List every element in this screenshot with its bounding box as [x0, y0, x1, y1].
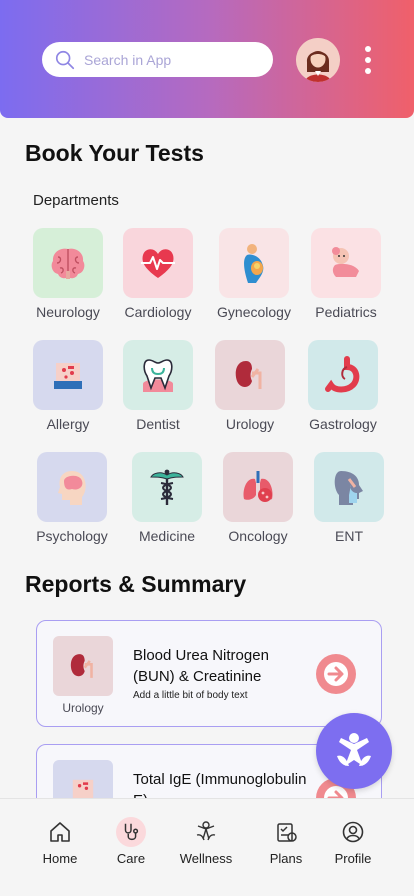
bottom-navigation: Home Care Wellness Plans Profile	[0, 798, 414, 896]
search-bar[interactable]	[42, 42, 273, 77]
baby-icon	[311, 228, 381, 298]
department-pediatrics[interactable]: Pediatrics	[306, 228, 386, 320]
department-allergy[interactable]: Allergy	[28, 340, 108, 432]
nav-label: Wellness	[179, 851, 233, 866]
home-icon	[45, 817, 75, 847]
profile-icon	[338, 817, 368, 847]
report-card[interactable]: Urology Blood Urea Nitrogen (BUN) & Crea…	[36, 620, 382, 727]
department-dentist[interactable]: Dentist	[118, 340, 198, 432]
department-psychology[interactable]: Psychology	[32, 452, 112, 544]
department-label: Oncology	[228, 528, 288, 544]
avatar[interactable]	[296, 38, 340, 82]
search-input[interactable]	[84, 51, 254, 68]
heart-icon	[123, 228, 193, 298]
nav-profile[interactable]: Profile	[318, 817, 388, 866]
department-label: Gynecology	[217, 304, 291, 320]
head-brain-icon	[37, 452, 107, 522]
department-label: Urology	[225, 416, 275, 432]
department-gastrology[interactable]: Gastrology	[303, 340, 383, 432]
kidney-icon	[215, 340, 285, 410]
wellness-icon	[191, 817, 221, 847]
department-urology[interactable]: Urology	[210, 340, 290, 432]
app-header	[0, 0, 414, 118]
tooth-icon	[123, 340, 193, 410]
search-icon	[55, 50, 75, 69]
brain-icon	[33, 228, 103, 298]
pregnancy-icon	[219, 228, 289, 298]
lungs-icon	[223, 452, 293, 522]
department-label: Pediatrics	[315, 304, 377, 320]
kidney-icon	[53, 636, 113, 696]
report-title: Blood Urea Nitrogen (BUN) & Creatinine	[133, 647, 269, 685]
department-label: Neurology	[36, 304, 100, 320]
book-tests-title: Book Your Tests	[25, 140, 204, 166]
allergy-icon	[33, 340, 103, 410]
nav-label: Care	[116, 851, 146, 866]
nav-care[interactable]: Care	[96, 817, 166, 866]
wellness-fab-button[interactable]	[316, 713, 392, 789]
department-label: Allergy	[46, 416, 90, 432]
department-medicine[interactable]: Medicine	[127, 452, 207, 544]
department-neurology[interactable]: Neurology	[28, 228, 108, 320]
arrow-right-icon[interactable]	[316, 654, 356, 694]
caduceus-icon	[132, 452, 202, 522]
stethoscope-icon	[116, 817, 146, 847]
lotus-person-icon	[337, 733, 371, 766]
department-label: Medicine	[138, 528, 196, 544]
departments-label: Departments	[33, 192, 119, 209]
nav-wellness[interactable]: Wellness	[171, 817, 241, 866]
more-menu-icon[interactable]	[360, 44, 376, 76]
department-label: Dentist	[136, 416, 180, 432]
department-label: Cardiology	[124, 304, 192, 320]
nav-label: Profile	[334, 851, 372, 866]
department-label: Psychology	[36, 528, 108, 544]
report-category-label: Urology	[62, 701, 104, 715]
department-label: ENT	[335, 528, 363, 544]
plans-icon	[271, 817, 301, 847]
reports-title: Reports & Summary	[25, 571, 247, 597]
report-body-text: Add a little bit of body text	[133, 690, 248, 701]
department-oncology[interactable]: Oncology	[218, 452, 298, 544]
department-ent[interactable]: ENT	[309, 452, 389, 544]
nav-label: Plans	[269, 851, 303, 866]
app-screen: Book Your Tests Departments Neurology Ca…	[0, 0, 414, 896]
nav-label: Home	[42, 851, 78, 866]
stomach-icon	[308, 340, 378, 410]
nav-plans[interactable]: Plans	[251, 817, 321, 866]
nav-home[interactable]: Home	[25, 817, 95, 866]
department-cardiology[interactable]: Cardiology	[118, 228, 198, 320]
department-gynecology[interactable]: Gynecology	[214, 228, 294, 320]
ear-nose-icon	[314, 452, 384, 522]
department-label: Gastrology	[309, 416, 377, 432]
